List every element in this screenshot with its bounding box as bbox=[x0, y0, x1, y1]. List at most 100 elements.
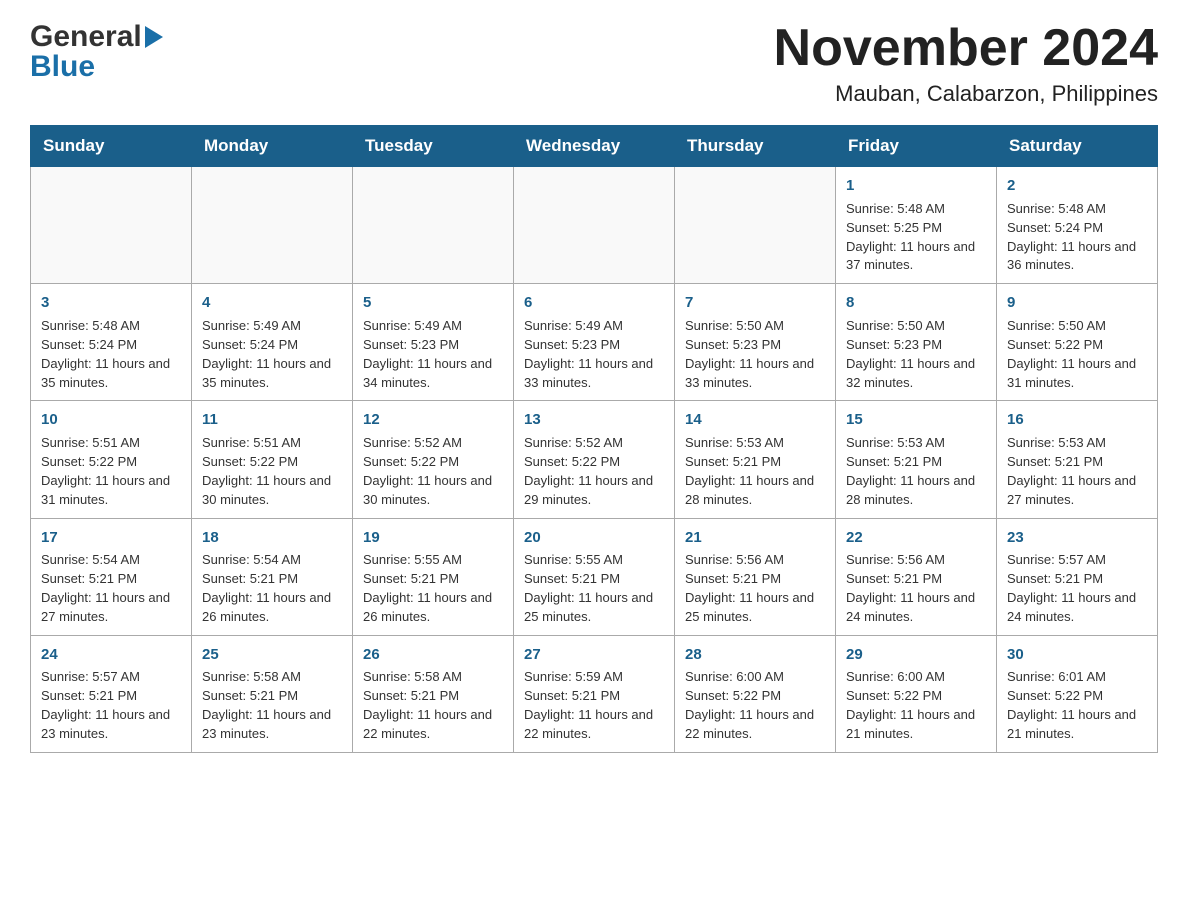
day-info: Sunrise: 5:53 AMSunset: 5:21 PMDaylight:… bbox=[685, 434, 825, 509]
table-row: 14 Sunrise: 5:53 AMSunset: 5:21 PMDayligh… bbox=[675, 401, 836, 518]
day-info: Sunrise: 6:00 AMSunset: 5:22 PMDaylight:… bbox=[846, 668, 986, 743]
day-info: Sunrise: 5:52 AMSunset: 5:22 PMDaylight:… bbox=[363, 434, 503, 509]
day-info: Sunrise: 5:48 AMSunset: 5:24 PMDaylight:… bbox=[41, 317, 181, 392]
day-number: 25 bbox=[202, 644, 342, 666]
day-number: 18 bbox=[202, 527, 342, 549]
day-info: Sunrise: 5:52 AMSunset: 5:22 PMDaylight:… bbox=[524, 434, 664, 509]
day-number: 13 bbox=[524, 409, 664, 431]
calendar-header: Sunday Monday Tuesday Wednesday Thursday… bbox=[31, 126, 1158, 167]
day-number: 17 bbox=[41, 527, 181, 549]
table-row bbox=[192, 167, 353, 284]
day-info: Sunrise: 5:54 AMSunset: 5:21 PMDaylight:… bbox=[202, 551, 342, 626]
day-number: 27 bbox=[524, 644, 664, 666]
table-row: 6Sunrise: 5:49 AMSunset: 5:23 PMDaylight… bbox=[514, 284, 675, 401]
calendar-body: 1 Sunrise: 5:48 AMSunset: 5:25 PMDaylight… bbox=[31, 167, 1158, 753]
table-row: 24Sunrise: 5:57 AMSunset: 5:21 PMDayligh… bbox=[31, 635, 192, 752]
day-info: Sunrise: 6:01 AMSunset: 5:22 PMDaylight:… bbox=[1007, 668, 1147, 743]
table-row: 23Sunrise: 5:57 AMSunset: 5:21 PMDayligh… bbox=[997, 518, 1158, 635]
days-of-week-row: Sunday Monday Tuesday Wednesday Thursday… bbox=[31, 126, 1158, 167]
day-number: 5 bbox=[363, 292, 503, 314]
day-info: Sunrise: 5:55 AMSunset: 5:21 PMDaylight:… bbox=[363, 551, 503, 626]
table-row bbox=[353, 167, 514, 284]
day-number: 15 bbox=[846, 409, 986, 431]
day-info: Sunrise: 5:58 AMSunset: 5:21 PMDaylight:… bbox=[202, 668, 342, 743]
day-info: Sunrise: 5:58 AMSunset: 5:21 PMDaylight:… bbox=[363, 668, 503, 743]
day-number: 29 bbox=[846, 644, 986, 666]
calendar-week-4: 17Sunrise: 5:54 AMSunset: 5:21 PMDayligh… bbox=[31, 518, 1158, 635]
table-row bbox=[31, 167, 192, 284]
day-info: Sunrise: 5:49 AMSunset: 5:23 PMDaylight:… bbox=[524, 317, 664, 392]
table-row: 19Sunrise: 5:55 AMSunset: 5:21 PMDayligh… bbox=[353, 518, 514, 635]
day-info: Sunrise: 5:53 AMSunset: 5:21 PMDaylight:… bbox=[846, 434, 986, 509]
day-number: 14 bbox=[685, 409, 825, 431]
day-number: 26 bbox=[363, 644, 503, 666]
calendar-week-2: 3 Sunrise: 5:48 AMSunset: 5:24 PMDaylight… bbox=[31, 284, 1158, 401]
col-saturday: Saturday bbox=[997, 126, 1158, 167]
day-info: Sunrise: 5:56 AMSunset: 5:21 PMDaylight:… bbox=[685, 551, 825, 626]
day-info: Sunrise: 5:48 AMSunset: 5:25 PMDaylight:… bbox=[846, 200, 986, 275]
title-block: November 2024 Mauban, Calabarzon, Philip… bbox=[774, 20, 1158, 107]
day-info: Sunrise: 6:00 AMSunset: 5:22 PMDaylight:… bbox=[685, 668, 825, 743]
col-tuesday: Tuesday bbox=[353, 126, 514, 167]
col-wednesday: Wednesday bbox=[514, 126, 675, 167]
day-info: Sunrise: 5:50 AMSunset: 5:23 PMDaylight:… bbox=[685, 317, 825, 392]
page-header: General Blue November 2024 Mauban, Calab… bbox=[30, 20, 1158, 107]
day-info: Sunrise: 5:53 AMSunset: 5:21 PMDaylight:… bbox=[1007, 434, 1147, 509]
day-number: 20 bbox=[524, 527, 664, 549]
table-row: 21Sunrise: 5:56 AMSunset: 5:21 PMDayligh… bbox=[675, 518, 836, 635]
location-subtitle: Mauban, Calabarzon, Philippines bbox=[774, 81, 1158, 107]
table-row: 2Sunrise: 5:48 AMSunset: 5:24 PMDaylight… bbox=[997, 167, 1158, 284]
day-info: Sunrise: 5:54 AMSunset: 5:21 PMDaylight:… bbox=[41, 551, 181, 626]
table-row: 27Sunrise: 5:59 AMSunset: 5:21 PMDayligh… bbox=[514, 635, 675, 752]
table-row: 16 Sunrise: 5:53 AMSunset: 5:21 PMDayligh… bbox=[997, 401, 1158, 518]
table-row: 22Sunrise: 5:56 AMSunset: 5:21 PMDayligh… bbox=[836, 518, 997, 635]
table-row: 18Sunrise: 5:54 AMSunset: 5:21 PMDayligh… bbox=[192, 518, 353, 635]
table-row: 13 Sunrise: 5:52 AMSunset: 5:22 PMDayligh… bbox=[514, 401, 675, 518]
day-number: 28 bbox=[685, 644, 825, 666]
day-number: 21 bbox=[685, 527, 825, 549]
table-row: 1 Sunrise: 5:48 AMSunset: 5:25 PMDaylight… bbox=[836, 167, 997, 284]
day-number: 19 bbox=[363, 527, 503, 549]
table-row: 30Sunrise: 6:01 AMSunset: 5:22 PMDayligh… bbox=[997, 635, 1158, 752]
table-row: 12 Sunrise: 5:52 AMSunset: 5:22 PMDayligh… bbox=[353, 401, 514, 518]
day-info: Sunrise: 5:49 AMSunset: 5:24 PMDaylight:… bbox=[202, 317, 342, 392]
col-thursday: Thursday bbox=[675, 126, 836, 167]
day-info: Sunrise: 5:56 AMSunset: 5:21 PMDaylight:… bbox=[846, 551, 986, 626]
table-row: 17Sunrise: 5:54 AMSunset: 5:21 PMDayligh… bbox=[31, 518, 192, 635]
day-info: Sunrise: 5:48 AMSunset: 5:24 PMDaylight:… bbox=[1007, 200, 1147, 275]
day-number: 23 bbox=[1007, 527, 1147, 549]
day-number: 11 bbox=[202, 409, 342, 431]
day-info: Sunrise: 5:51 AMSunset: 5:22 PMDaylight:… bbox=[202, 434, 342, 509]
table-row bbox=[514, 167, 675, 284]
day-number: 12 bbox=[363, 409, 503, 431]
table-row: 4 Sunrise: 5:49 AMSunset: 5:24 PMDaylight… bbox=[192, 284, 353, 401]
day-number: 22 bbox=[846, 527, 986, 549]
day-info: Sunrise: 5:55 AMSunset: 5:21 PMDaylight:… bbox=[524, 551, 664, 626]
calendar-week-3: 10 Sunrise: 5:51 AMSunset: 5:22 PMDayligh… bbox=[31, 401, 1158, 518]
table-row: 29Sunrise: 6:00 AMSunset: 5:22 PMDayligh… bbox=[836, 635, 997, 752]
day-number: 1 bbox=[846, 175, 986, 197]
day-info: Sunrise: 5:49 AMSunset: 5:23 PMDaylight:… bbox=[363, 317, 503, 392]
col-friday: Friday bbox=[836, 126, 997, 167]
day-number: 7 bbox=[685, 292, 825, 314]
day-info: Sunrise: 5:57 AMSunset: 5:21 PMDaylight:… bbox=[1007, 551, 1147, 626]
day-number: 3 bbox=[41, 292, 181, 314]
table-row: 11 Sunrise: 5:51 AMSunset: 5:22 PMDayligh… bbox=[192, 401, 353, 518]
day-number: 10 bbox=[41, 409, 181, 431]
day-number: 4 bbox=[202, 292, 342, 314]
table-row: 3 Sunrise: 5:48 AMSunset: 5:24 PMDaylight… bbox=[31, 284, 192, 401]
calendar-week-1: 1 Sunrise: 5:48 AMSunset: 5:25 PMDaylight… bbox=[31, 167, 1158, 284]
calendar-table: Sunday Monday Tuesday Wednesday Thursday… bbox=[30, 125, 1158, 753]
logo: General Blue bbox=[30, 20, 163, 84]
day-info: Sunrise: 5:57 AMSunset: 5:21 PMDaylight:… bbox=[41, 668, 181, 743]
col-sunday: Sunday bbox=[31, 126, 192, 167]
col-monday: Monday bbox=[192, 126, 353, 167]
table-row: 20Sunrise: 5:55 AMSunset: 5:21 PMDayligh… bbox=[514, 518, 675, 635]
day-info: Sunrise: 5:50 AMSunset: 5:22 PMDaylight:… bbox=[1007, 317, 1147, 392]
day-info: Sunrise: 5:50 AMSunset: 5:23 PMDaylight:… bbox=[846, 317, 986, 392]
table-row: 7 Sunrise: 5:50 AMSunset: 5:23 PMDaylight… bbox=[675, 284, 836, 401]
table-row: 10Sunrise: 5:51 AMSunset: 5:22 PMDayligh… bbox=[31, 401, 192, 518]
day-info: Sunrise: 5:59 AMSunset: 5:21 PMDaylight:… bbox=[524, 668, 664, 743]
table-row: 15 Sunrise: 5:53 AMSunset: 5:21 PMDayligh… bbox=[836, 401, 997, 518]
day-number: 16 bbox=[1007, 409, 1147, 431]
